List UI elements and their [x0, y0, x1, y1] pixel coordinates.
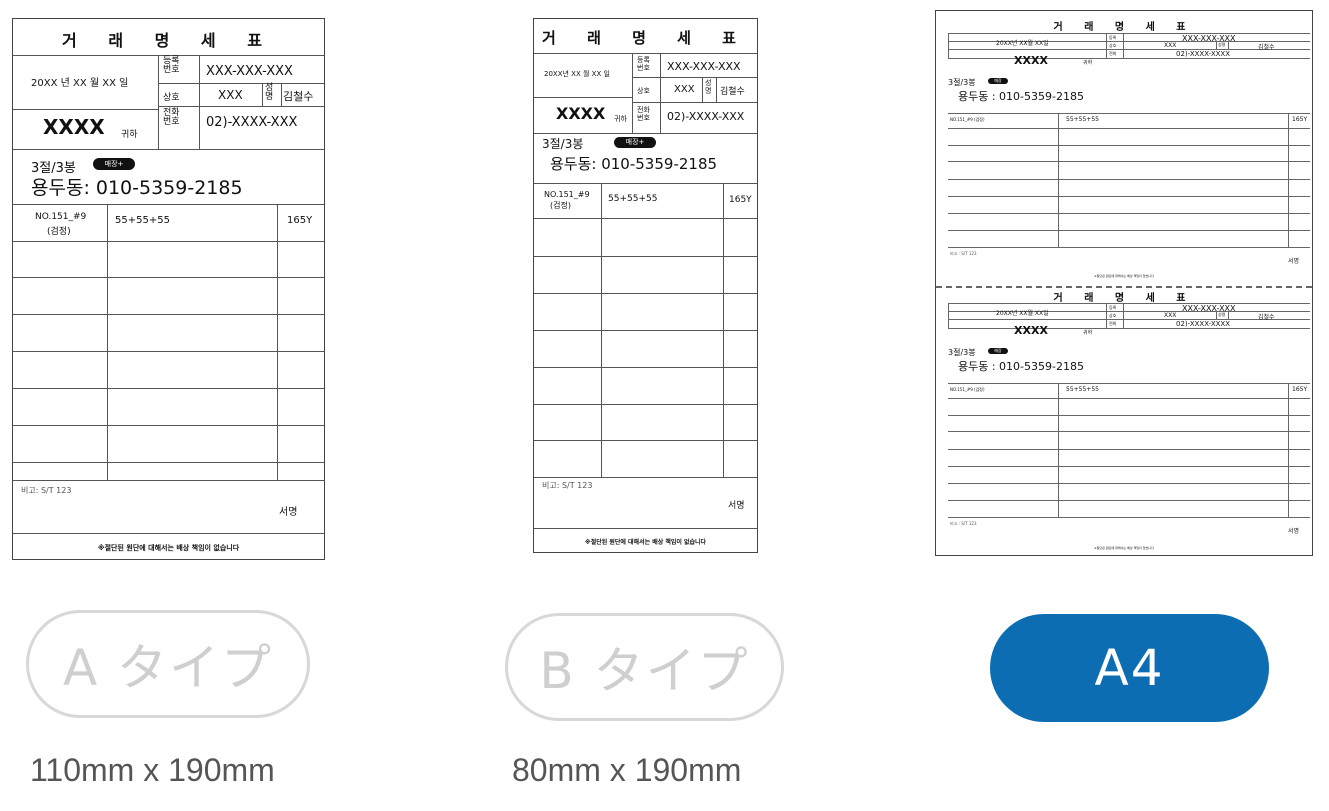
a4-name-value: 김철수	[1258, 44, 1275, 51]
a4-disclaimer: ※절단된 원단에 대해서는 배상 책임이 없습니다	[1094, 546, 1154, 550]
phone-label: 전화 번호	[637, 106, 650, 122]
receipt-date: 20XX 년 XX 월 XX 일	[31, 78, 129, 89]
a4-reg-value: XXX-XXX-XXX	[1182, 304, 1236, 313]
receipt-date: 20XX년 XX 월 XX 일	[544, 70, 610, 78]
receipt-title: 거 래 명 세 표	[62, 31, 275, 50]
a4-store-phone: 용두동 : 010-5359-2185	[958, 90, 1084, 103]
a4-title: 거 래 명 세 표	[1053, 293, 1195, 304]
phone-value: 02)-XXXX-XXX	[667, 110, 745, 123]
a4-badge: 매장	[988, 348, 1008, 354]
store-phone: 용두동: 010-5359-2185	[550, 155, 718, 173]
a4-company-label: 상호	[1109, 313, 1117, 318]
name-label: 성 명	[705, 79, 712, 95]
signature-label: 서명	[728, 501, 745, 511]
qty-text: 3절/3봉	[542, 137, 584, 151]
type-a4-label: A4	[1094, 639, 1165, 697]
item-number: NO.151_#9	[35, 212, 87, 222]
a4-item-number: NO.151_#9 (검정)	[950, 117, 985, 122]
item-color: (검정)	[47, 227, 71, 237]
a4-company-label: 상호	[1109, 43, 1117, 48]
store-phone: 용두동: 010-5359-2185	[31, 177, 243, 199]
reg-value: XXX-XXX-XXX	[667, 60, 741, 73]
type-a-button[interactable]: A タイプ	[26, 610, 310, 718]
a4-company-value: XXX	[1164, 42, 1177, 49]
receipt-note: 비고: S/T 123	[542, 481, 593, 490]
reg-label: 등록 번호	[163, 56, 180, 75]
type-b-dimensions: 80mm x 190mm	[512, 752, 742, 788]
store-badge: 매장+	[614, 137, 656, 148]
receipt-preview-b: 거 래 명 세 표 20XX년 XX 월 XX 일 XXXX 귀하 등록 번호 …	[533, 18, 758, 553]
a4-item-calc: 55+55+55	[1066, 386, 1099, 393]
type-a-label: A タイプ	[62, 639, 274, 697]
a4-upper-copy: 거 래 명 세 표 20XX년 XX월 XX일 XXXX 귀하 등록 XXX-X…	[936, 11, 1312, 281]
name-label: 성 명	[265, 83, 274, 102]
a4-signature: 서명	[1288, 528, 1300, 535]
a4-signature: 서명	[1288, 258, 1300, 265]
phone-label: 전화 번호	[163, 108, 180, 127]
receipt-disclaimer: ※절단된 원단에 대해서는 배상 책임이 없습니다	[97, 544, 240, 552]
a4-lower-copy: 거 래 명 세 표 20XX년 XX월 XX일 XXXX 귀하 등록 XXX-X…	[936, 281, 1312, 557]
item-color: (검정)	[550, 201, 571, 210]
a4-reg-label: 등록	[1109, 305, 1117, 310]
signature-label: 서명	[279, 507, 298, 518]
a4-phone-value: 02)-XXXX-XXXX	[1176, 320, 1231, 328]
type-a4-button[interactable]: A4	[990, 614, 1269, 722]
a4-honorific: 귀하	[1083, 330, 1093, 336]
a4-name-label: 성명	[1218, 42, 1226, 47]
a4-date: 20XX년 XX월 XX일	[996, 310, 1049, 317]
a4-reg-value: XXX-XXX-XXX	[1182, 34, 1236, 43]
a4-item-calc: 55+55+55	[1066, 116, 1099, 123]
a4-customer: XXXX	[1014, 54, 1048, 67]
item-calc: 55+55+55	[608, 194, 658, 204]
company-value: XXX	[218, 88, 243, 102]
item-number: NO.151_#9	[544, 190, 590, 199]
receipt-honorific: 귀하	[121, 130, 138, 140]
receipt-note: 비고: S/T 123	[21, 486, 72, 495]
a4-phone-value: 02)-XXXX-XXXX	[1176, 50, 1231, 58]
item-calc: 55+55+55	[115, 215, 170, 226]
a4-company-value: XXX	[1164, 312, 1177, 319]
a4-disclaimer: ※절단된 원단에 대해서는 배상 책임이 없습니다	[1094, 274, 1154, 278]
a4-store-phone: 용두동 : 010-5359-2185	[958, 360, 1084, 373]
type-a-dimensions: 110mm x 190mm	[30, 752, 275, 788]
receipt-customer: XXXX	[43, 115, 105, 139]
a4-note: 비고 : S/T 123	[950, 251, 977, 256]
receipt-preview-a: 거 래 명 세 표 20XX 년 XX 월 XX 일 XXXX 귀하 등록 번호…	[12, 18, 325, 560]
receipt-preview-a4: 거 래 명 세 표 20XX년 XX월 XX일 XXXX 귀하 등록 XXX-X…	[935, 10, 1313, 556]
a4-name-value: 김철수	[1258, 314, 1275, 321]
name-value: 김철수	[720, 87, 745, 97]
a4-phone-label: 전화	[1109, 51, 1117, 56]
store-badge: 매장+	[93, 158, 135, 170]
a4-qty: 3절/3봉	[948, 348, 976, 357]
receipt-disclaimer: ※절단된 원단에 대해서는 배상 책임이 없습니다	[584, 539, 707, 546]
company-value: XXX	[674, 84, 695, 95]
type-b-button[interactable]: B タイプ	[505, 613, 784, 721]
receipt-title: 거 래 명 세 표	[542, 29, 749, 47]
a4-reg-label: 등록	[1109, 35, 1117, 40]
receipt-honorific: 귀하	[614, 115, 627, 123]
a4-note: 비고 : S/T 123	[950, 521, 977, 526]
a4-qty: 3절/3봉	[948, 78, 976, 87]
reg-value: XXX-XXX-XXX	[206, 64, 293, 79]
a4-item-total: 165Y	[1292, 386, 1308, 393]
a4-name-label: 성명	[1218, 312, 1226, 317]
a4-phone-label: 전화	[1109, 321, 1117, 326]
type-b-label: B タイプ	[539, 642, 750, 700]
item-total: 165Y	[729, 195, 752, 205]
a4-item-number: NO.151_#9 (검정)	[950, 387, 985, 392]
reg-label: 등록 번호	[637, 56, 650, 72]
a4-item-total: 165Y	[1292, 116, 1308, 123]
a4-title: 거 래 명 세 표	[1053, 22, 1195, 33]
item-total: 165Y	[287, 215, 313, 226]
phone-value: 02)-XXXX-XXX	[206, 115, 298, 130]
company-label: 상호	[163, 93, 180, 103]
company-label: 상호	[637, 87, 650, 95]
a4-customer: XXXX	[1014, 324, 1048, 337]
a4-honorific: 귀하	[1083, 60, 1093, 66]
receipt-customer: XXXX	[556, 104, 606, 123]
a4-date: 20XX년 XX월 XX일	[996, 40, 1049, 47]
a4-badge: 매장	[988, 78, 1008, 84]
name-value: 김철수	[283, 90, 314, 103]
